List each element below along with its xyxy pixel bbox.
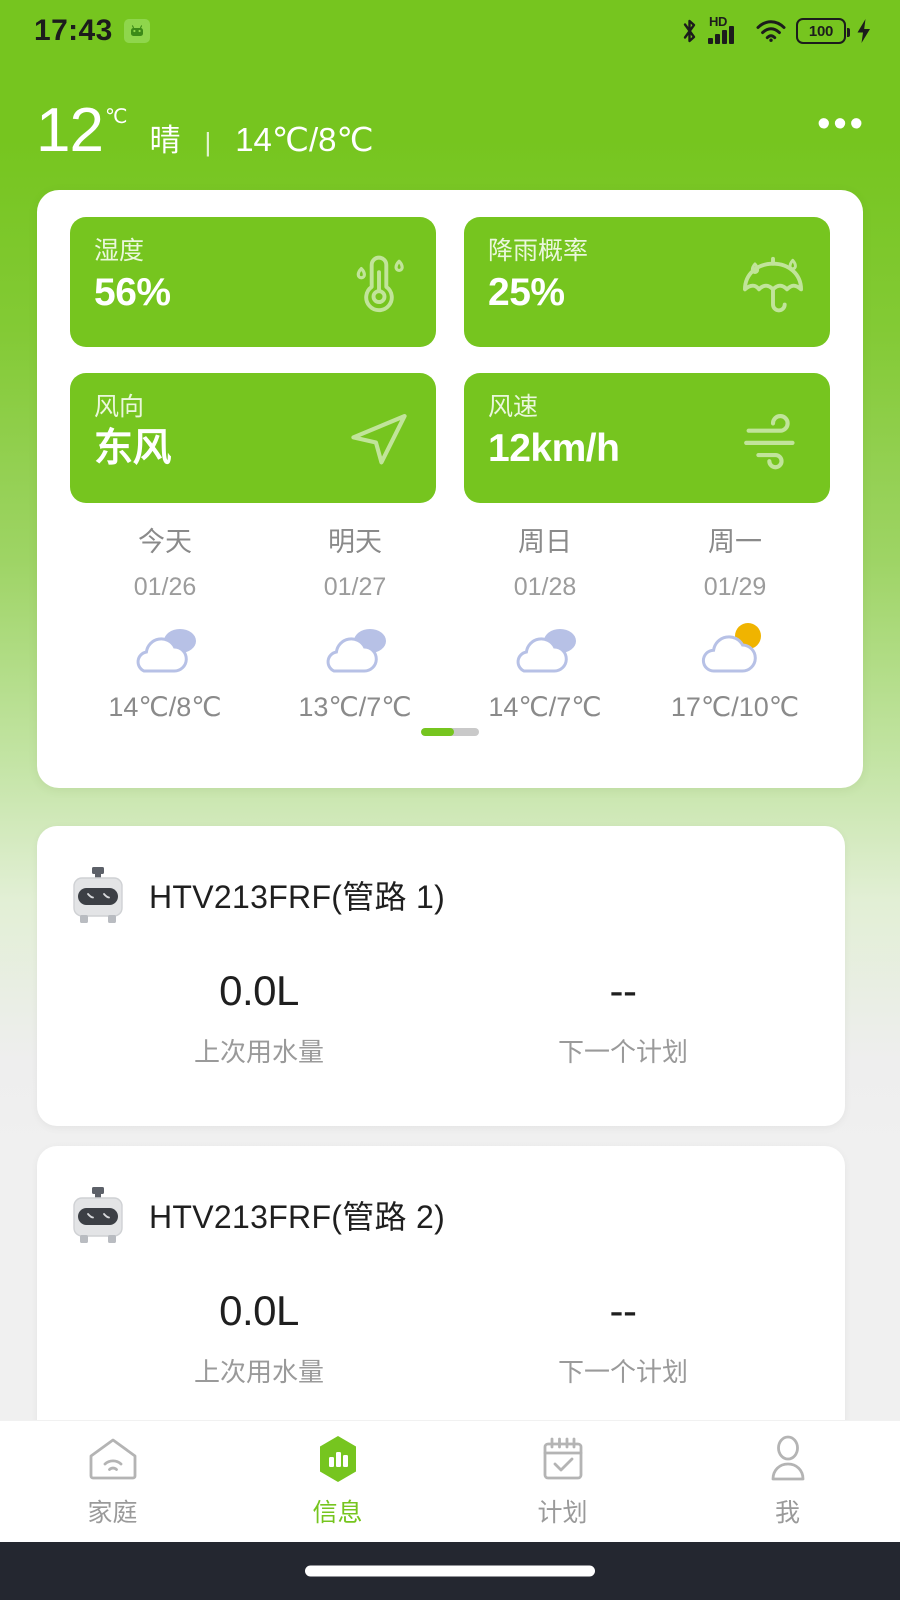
- more-options-button[interactable]: •••: [817, 105, 866, 148]
- device-name: HTV213FRF(管路 1): [149, 879, 446, 915]
- umbrella-icon: [734, 243, 812, 321]
- bluetooth-icon: [680, 17, 699, 45]
- forecast-date: 01/29: [703, 573, 767, 601]
- device-stat-value: 0.0L: [219, 1287, 299, 1334]
- battery-icon: 100: [796, 18, 850, 44]
- weather-summary: 12 ℃ 晴 | 14℃/8℃: [36, 100, 374, 162]
- device-header: HTV213FRF(管路 2): [37, 1146, 845, 1246]
- nav-label: 信息: [312, 1498, 363, 1527]
- forecast-day[interactable]: 明天 01/27 13℃/7℃: [260, 520, 450, 723]
- device-stats: 0.0L 上次用水量 -- 下一个计划: [37, 967, 845, 1069]
- weather-condition: 晴: [149, 123, 181, 158]
- current-temperature: 12: [36, 96, 104, 165]
- device-stat-label: 下一个计划: [557, 1037, 688, 1067]
- forecast-day[interactable]: 今天 01/26 14℃/8℃: [70, 520, 260, 723]
- forecast-day-name: 周日: [518, 527, 572, 557]
- device-header: HTV213FRF(管路 1): [37, 826, 845, 926]
- status-bar: 17:43 HD 100: [0, 0, 900, 62]
- weather-header: 12 ℃ 晴 | 14℃/8℃ •••: [0, 86, 900, 176]
- forecast-date: 01/26: [133, 573, 197, 601]
- thermometer-humidity-icon: [340, 243, 418, 321]
- temperature-range: 14℃/8℃: [235, 121, 374, 158]
- nav-item-profile[interactable]: 我: [675, 1435, 900, 1529]
- device-stat-label: 下一个计划: [557, 1357, 688, 1387]
- android-icon: [123, 19, 150, 43]
- app-screen: 17:43 HD 100 12 ℃ 晴 | 14℃/8℃ ••• 湿度 56% …: [0, 0, 900, 1600]
- signal-bars-icon: HD: [708, 14, 746, 45]
- home-wifi-icon: [87, 1435, 139, 1483]
- system-gesture-area: [0, 1542, 900, 1600]
- metric-wind-speed[interactable]: 风速 12km/h: [464, 373, 830, 503]
- nav-item-info[interactable]: 信息: [225, 1435, 450, 1529]
- forecast-temp-range: 17℃/10℃: [670, 692, 800, 722]
- wifi-icon: [755, 19, 787, 43]
- device-stat: 0.0L 上次用水量: [77, 967, 441, 1069]
- forecast-temp-range: 14℃/8℃: [108, 692, 222, 722]
- cloudy-icon: [70, 618, 260, 680]
- device-stat-value: 0.0L: [219, 967, 299, 1014]
- nav-label: 家庭: [87, 1498, 138, 1527]
- nav-item-home[interactable]: 家庭: [0, 1435, 225, 1529]
- device-card[interactable]: HTV213FRF(管路 2) 0.0L 上次用水量 -- 下一个计划: [37, 1146, 845, 1446]
- cloudy-icon: [450, 618, 640, 680]
- forecast-date: 01/28: [513, 573, 577, 601]
- forecast-day[interactable]: 周一 01/29 17℃/10℃: [640, 520, 830, 723]
- nav-label: 计划: [537, 1498, 588, 1527]
- forecast-temp-range: 14℃/7℃: [488, 692, 602, 722]
- forecast-row[interactable]: 今天 01/26 14℃/8℃ 明天 01/27 13℃/7℃ 周日 01/28…: [70, 520, 830, 723]
- weather-card: 湿度 56% 降雨概率 25% 风向 东风 风速 12km/h 今天 01/26…: [37, 190, 863, 788]
- wind-icon: [734, 399, 812, 477]
- forecast-day-name: 明天: [328, 527, 382, 557]
- status-bar-left: 17:43: [34, 14, 150, 48]
- device-name: HTV213FRF(管路 2): [149, 1199, 446, 1235]
- forecast-day[interactable]: 周日 01/28 14℃/7℃: [450, 520, 640, 723]
- device-stat-label: 上次用水量: [193, 1357, 324, 1387]
- divider: |: [204, 127, 212, 157]
- device-stat: 0.0L 上次用水量: [77, 1287, 441, 1389]
- metric-wind-direction[interactable]: 风向 东风: [70, 373, 436, 503]
- device-stat-value: --: [609, 1287, 637, 1334]
- device-stat: -- 下一个计划: [441, 1287, 805, 1389]
- charging-bolt-icon: [855, 18, 872, 44]
- forecast-temp-range: 13℃/7℃: [298, 692, 412, 722]
- info-chart-icon: [315, 1435, 361, 1483]
- valve-controller-icon: [69, 864, 127, 926]
- clock: 17:43: [34, 14, 113, 47]
- calendar-check-icon: [539, 1435, 587, 1483]
- partly-sunny-icon: [640, 618, 830, 680]
- weather-metric-grid: 湿度 56% 降雨概率 25% 风向 东风 风速 12km/h: [70, 217, 830, 503]
- forecast-day-name: 周一: [708, 527, 762, 557]
- device-stat-value: --: [609, 967, 637, 1014]
- nav-label: 我: [774, 1498, 800, 1527]
- device-card[interactable]: HTV213FRF(管路 1) 0.0L 上次用水量 -- 下一个计划: [37, 826, 845, 1126]
- navigation-arrow-icon: [340, 399, 418, 477]
- device-stats: 0.0L 上次用水量 -- 下一个计划: [37, 1287, 845, 1389]
- temperature-unit: ℃: [104, 106, 128, 128]
- forecast-date: 01/27: [323, 573, 387, 601]
- cloudy-icon: [260, 618, 450, 680]
- device-stat-label: 上次用水量: [193, 1037, 324, 1067]
- status-bar-right: HD 100: [680, 14, 872, 45]
- forecast-scroll-indicator[interactable]: [421, 728, 479, 736]
- metric-rain-probability[interactable]: 降雨概率 25%: [464, 217, 830, 347]
- home-gesture-bar[interactable]: [305, 1565, 595, 1577]
- metric-humidity[interactable]: 湿度 56%: [70, 217, 436, 347]
- person-icon: [765, 1435, 811, 1483]
- forecast-day-name: 今天: [138, 527, 192, 557]
- valve-controller-icon: [69, 1184, 127, 1246]
- nav-item-plan[interactable]: 计划: [450, 1435, 675, 1529]
- scroll-indicator-thumb: [421, 728, 455, 736]
- bottom-navigation: 家庭 信息 计划 我: [0, 1420, 900, 1542]
- device-stat: -- 下一个计划: [441, 967, 805, 1069]
